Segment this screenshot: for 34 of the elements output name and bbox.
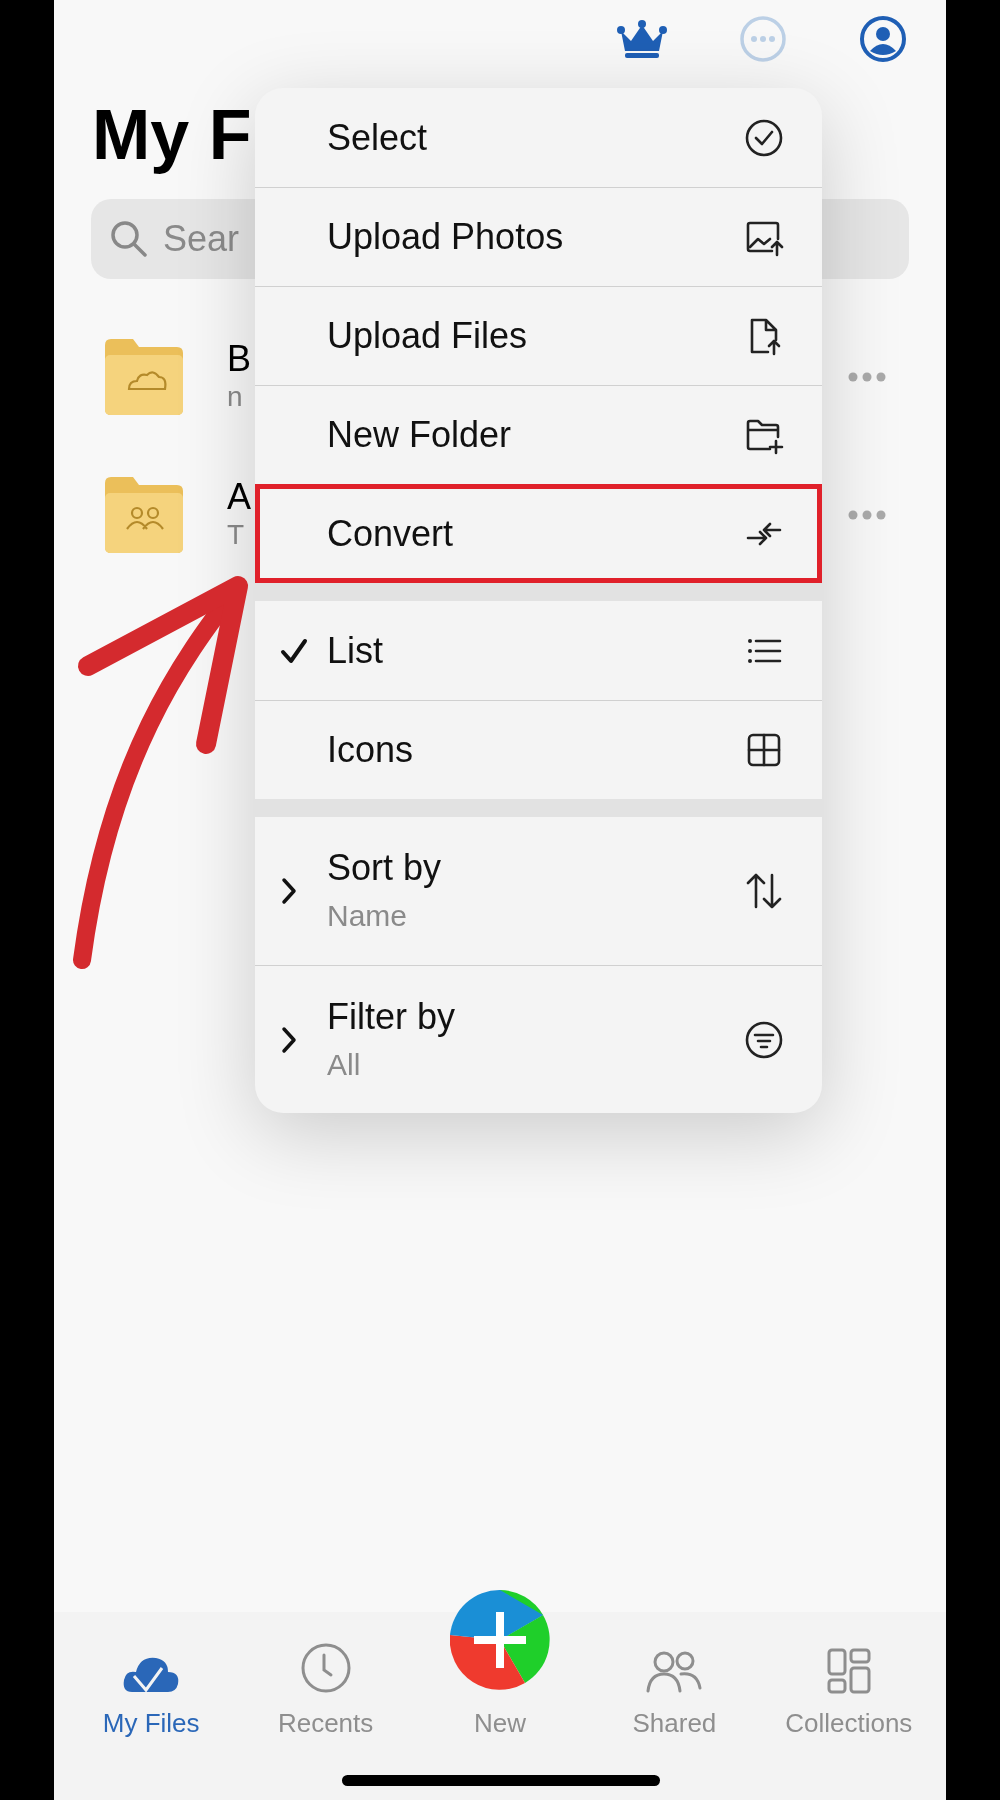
menu-item[interactable]: New Folder bbox=[255, 385, 822, 484]
menu-item[interactable]: Convert bbox=[255, 484, 822, 583]
folder-subtitle: n bbox=[227, 380, 244, 414]
folder-icon bbox=[105, 477, 183, 553]
folder-icon bbox=[105, 339, 183, 415]
checkmark-circle-icon bbox=[744, 117, 784, 158]
submenu-item[interactable]: Sort by Name bbox=[255, 817, 822, 965]
plus-icon bbox=[450, 1590, 550, 1690]
page-title: My F bbox=[92, 95, 252, 175]
filter-icon bbox=[744, 1019, 784, 1060]
menu-item[interactable]: Select bbox=[255, 88, 822, 187]
chevron-icon bbox=[279, 876, 299, 906]
submenu-item[interactable]: Filter by All bbox=[255, 965, 822, 1113]
profile-icon[interactable] bbox=[859, 14, 907, 63]
collections-icon bbox=[826, 1648, 871, 1694]
menu-item-value: Name bbox=[327, 898, 409, 934]
search-icon bbox=[109, 219, 149, 259]
folder-name: B bbox=[227, 339, 251, 379]
menu-item[interactable]: List bbox=[255, 601, 822, 700]
menu-item-value: All bbox=[327, 1046, 362, 1083]
menu-item-label: Sort by bbox=[327, 846, 443, 890]
more-icon[interactable] bbox=[848, 510, 886, 520]
menu-item[interactable]: Upload Files bbox=[255, 286, 822, 385]
sort-arrows-icon bbox=[744, 871, 784, 911]
clock-icon bbox=[299, 1642, 352, 1694]
more-icon[interactable] bbox=[739, 14, 787, 63]
tab-item[interactable]: My Files bbox=[64, 1583, 239, 1750]
folder-name: A bbox=[227, 477, 251, 517]
chevron-icon bbox=[279, 1024, 299, 1055]
menu-item-label: Filter by bbox=[327, 994, 457, 1039]
menu-item[interactable]: Upload Photos bbox=[255, 187, 822, 286]
folder-subtitle: T bbox=[227, 518, 246, 552]
more-icon[interactable] bbox=[848, 372, 886, 382]
crown-icon[interactable] bbox=[617, 18, 667, 59]
